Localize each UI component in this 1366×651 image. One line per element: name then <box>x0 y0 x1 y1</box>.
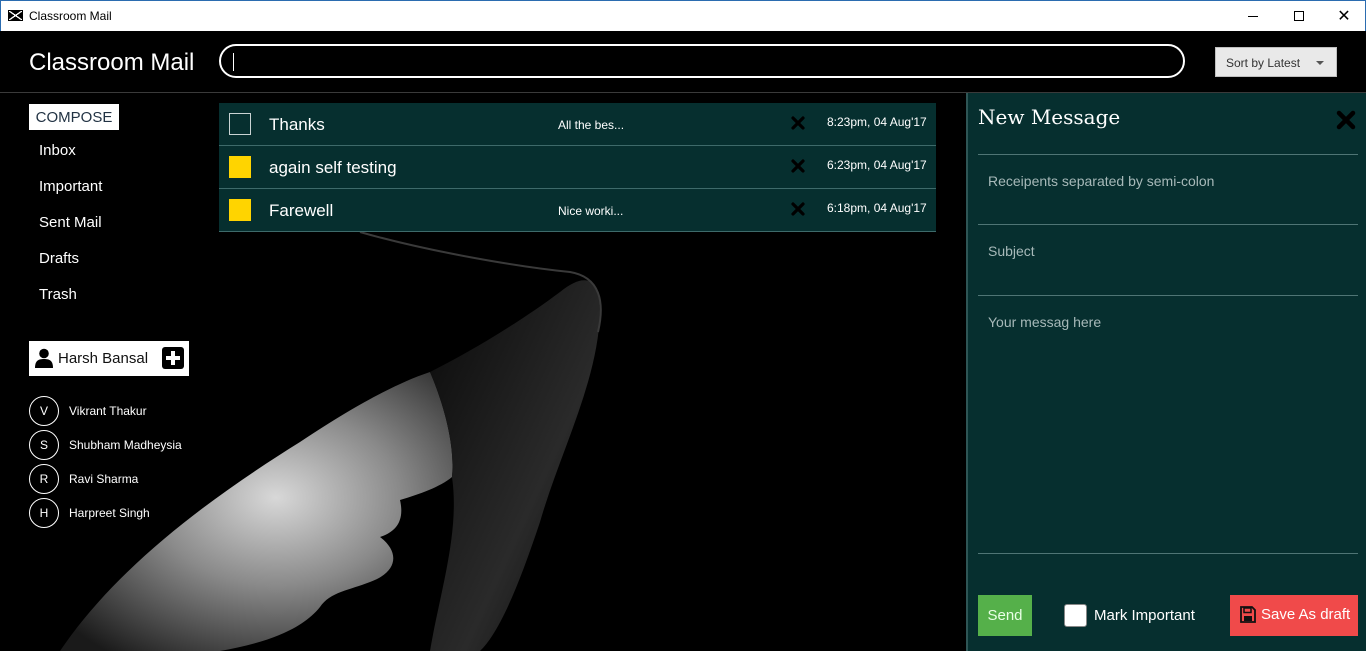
app-header: Classroom Mail Sort by Latest <box>0 31 1366 93</box>
compose-panel: New Message Receipents separated by semi… <box>966 93 1366 651</box>
sidebar-item-sent-mail[interactable]: Sent Mail <box>39 214 102 231</box>
delete-icon[interactable] <box>791 202 805 216</box>
minimize-icon <box>1248 15 1258 17</box>
compose-title: New Message <box>978 105 1121 129</box>
important-checkbox[interactable] <box>229 199 251 221</box>
message-body-field[interactable]: Your messag here <box>988 314 1101 330</box>
divider <box>978 224 1358 225</box>
mail-date: 6:18pm, 04 Aug'17 <box>827 201 927 215</box>
delete-icon[interactable] <box>791 116 805 130</box>
close-icon[interactable] <box>1336 110 1356 130</box>
mail-row[interactable]: again self testing 6:23pm, 04 Aug'17 <box>219 146 936 189</box>
save-draft-label: Save As draft <box>1261 606 1351 623</box>
mail-icon <box>8 10 23 21</box>
user-name: Harsh Bansal <box>58 350 149 367</box>
close-icon: ✕ <box>1337 6 1351 25</box>
sidebar-item-trash[interactable]: Trash <box>39 286 77 303</box>
subject-field[interactable]: Subject <box>988 243 1035 259</box>
mail-row[interactable]: Thanks All the bes... 8:23pm, 04 Aug'17 <box>219 103 936 146</box>
sidebar-item-inbox[interactable]: Inbox <box>39 142 76 159</box>
mail-snippet: All the bes... <box>558 118 625 132</box>
contact-name: Vikrant Thakur <box>69 404 147 418</box>
sort-dropdown[interactable]: Sort by Latest <box>1215 47 1337 77</box>
mail-subject: again self testing <box>269 158 397 177</box>
user-icon <box>35 348 53 368</box>
contact-avatar: R <box>29 464 59 494</box>
current-user: Harsh Bansal <box>29 341 189 376</box>
contact-avatar: H <box>29 498 59 528</box>
sidebar-item-drafts[interactable]: Drafts <box>39 250 79 267</box>
mail-row[interactable]: Farewell Nice worki... 6:18pm, 04 Aug'17 <box>219 189 936 232</box>
important-checkbox[interactable] <box>229 113 251 135</box>
window-title: Classroom Mail <box>29 9 112 23</box>
divider <box>978 553 1358 554</box>
maximize-button[interactable] <box>1276 1 1322 31</box>
contact-name: Shubham Madheysia <box>69 438 182 452</box>
recipients-field[interactable]: Receipents separated by semi-colon <box>988 173 1214 189</box>
chevron-down-icon <box>1316 61 1324 65</box>
mail-snippet: Nice worki... <box>558 204 624 218</box>
delete-icon[interactable] <box>791 159 805 173</box>
maximize-icon <box>1294 11 1304 21</box>
divider <box>978 154 1358 155</box>
mail-date: 8:23pm, 04 Aug'17 <box>827 115 927 129</box>
mail-subject: Farewell <box>269 201 334 220</box>
send-button[interactable]: Send <box>978 595 1032 636</box>
compose-button[interactable]: COMPOSE <box>29 104 119 130</box>
contact-name: Harpreet Singh <box>69 506 150 520</box>
contact-avatar: S <box>29 430 59 460</box>
important-checkbox[interactable] <box>229 156 251 178</box>
text-caret <box>233 53 234 71</box>
add-contact-button[interactable] <box>162 347 184 369</box>
mail-subject: Thanks <box>269 115 325 134</box>
contact-avatar: V <box>29 396 59 426</box>
save-draft-button[interactable]: Save As draft <box>1230 595 1358 636</box>
mark-important-label: Mark Important <box>1094 607 1195 624</box>
close-window-button[interactable]: ✕ <box>1321 1 1366 31</box>
minimize-button[interactable] <box>1230 1 1276 31</box>
divider <box>978 295 1358 296</box>
mail-date: 6:23pm, 04 Aug'17 <box>827 158 927 172</box>
sort-dropdown-label: Sort by Latest <box>1226 56 1301 70</box>
search-input[interactable] <box>219 44 1185 78</box>
sidebar-item-important[interactable]: Important <box>39 178 102 195</box>
window-titlebar: Classroom Mail ✕ <box>0 0 1366 31</box>
floppy-icon <box>1240 606 1256 623</box>
mark-important-checkbox[interactable] <box>1064 604 1087 627</box>
app-title: Classroom Mail <box>29 49 195 76</box>
contact-name: Ravi Sharma <box>69 472 139 486</box>
